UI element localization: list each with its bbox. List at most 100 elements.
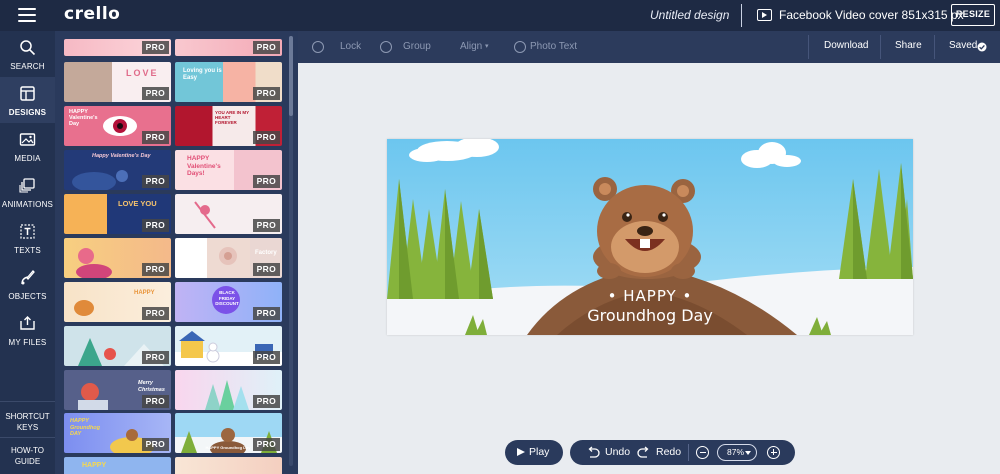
nav-item-my-files[interactable]: MY FILES: [0, 307, 55, 353]
design-canvas[interactable]: • HAPPY • Groundhog Day: [387, 139, 913, 335]
template-thumbnail[interactable]: BLACK FRIDAY DISCOUNT PRO: [175, 282, 282, 322]
play-button[interactable]: Play: [505, 440, 563, 465]
pro-badge: PRO: [141, 41, 169, 54]
template-thumbnail[interactable]: [175, 457, 282, 474]
media-icon: [19, 133, 36, 146]
pro-badge: PRO: [252, 131, 280, 144]
nav-item-media[interactable]: MEDIA: [0, 123, 55, 169]
pro-badge: PRO: [141, 87, 169, 100]
template-thumbnail[interactable]: PRO: [175, 326, 282, 366]
template-thumbnail[interactable]: HAPPY PRO: [64, 282, 171, 322]
template-text: HAPPY: [82, 462, 107, 469]
nav-separator: [0, 401, 55, 402]
nav-separator: [0, 437, 55, 438]
undo-button[interactable]: Undo: [605, 440, 630, 465]
share-button[interactable]: Share: [895, 40, 922, 51]
shortcut-keys-link[interactable]: SHORTCUT KEYS: [0, 411, 55, 433]
template-text: HAPPY Groundhog DAY: [70, 418, 100, 437]
nav-item-designs[interactable]: DESIGNS: [0, 77, 55, 123]
pro-badge: PRO: [141, 175, 169, 188]
pro-badge: PRO: [252, 263, 280, 276]
zoom-level-select[interactable]: 87%: [717, 444, 757, 461]
template-text: Loving you is Easy: [183, 68, 222, 81]
nav-item-objects[interactable]: OBJECTS: [0, 261, 55, 307]
template-thumbnail[interactable]: PRO: [175, 39, 282, 56]
animations-icon: [19, 178, 35, 193]
template-text: HAPPY Valentine's Day: [69, 109, 98, 127]
template-thumbnail[interactable]: PRO: [64, 326, 171, 366]
template-thumbnail[interactable]: HAPPY Valentine's Days! PRO: [175, 150, 282, 190]
template-text: HAPPY Valentine's Days!: [187, 155, 221, 177]
nav-label-animations: ANIMATIONS: [1, 200, 54, 209]
crello-logo[interactable]: crello: [64, 4, 120, 24]
template-thumbnail[interactable]: LOVE PRO: [64, 62, 171, 102]
objects-icon: [21, 270, 35, 285]
photo-text-button[interactable]: Photo Text: [506, 37, 584, 57]
play-label: Play: [529, 446, 550, 458]
template-thumbnail[interactable]: HAPPY Valentine's Day PRO: [64, 106, 171, 146]
pro-badge: PRO: [252, 351, 280, 364]
redo-button[interactable]: Redo: [656, 440, 681, 465]
hamburger-menu-icon[interactable]: [18, 8, 36, 22]
template-thumbnail[interactable]: Happy Valentine's Day PRO: [64, 150, 171, 190]
saved-check-icon: [977, 42, 987, 52]
resize-button[interactable]: RESIZE: [951, 4, 995, 26]
pro-badge: PRO: [252, 438, 280, 451]
template-text: Merry Christmas: [138, 380, 165, 393]
pro-badge: PRO: [141, 351, 169, 364]
template-thumbnail[interactable]: PRO: [64, 238, 171, 278]
nav-item-texts[interactable]: TEXTS: [0, 215, 55, 261]
saved-status: Saved: [949, 40, 978, 51]
template-thumbnail[interactable]: Factory PRO: [175, 238, 282, 278]
nav-item-search[interactable]: SEARCH: [0, 31, 55, 77]
design-headline-line2[interactable]: Groundhog Day: [387, 306, 913, 325]
redo-icon[interactable]: [637, 446, 651, 459]
pro-badge: PRO: [141, 307, 169, 320]
editor-toolbar: Lock Group Align ▾ Photo Text Download S…: [298, 31, 1000, 63]
template-thumbnail[interactable]: Merry Christmas PRO: [64, 370, 171, 410]
template-text: BLACK FRIDAY DISCOUNT: [215, 290, 239, 306]
document-title[interactable]: Untitled design: [650, 8, 729, 22]
zoom-out-icon[interactable]: [696, 446, 709, 459]
pro-badge: PRO: [252, 41, 280, 54]
template-thumbnail[interactable]: PRO: [175, 370, 282, 410]
nav-label-search: SEARCH: [10, 62, 45, 71]
pro-badge: PRO: [141, 438, 169, 451]
template-text: Factory: [255, 250, 277, 256]
texts-icon: [20, 224, 35, 239]
nav-item-animations[interactable]: ANIMATIONS: [0, 169, 55, 215]
design-headline-line1[interactable]: • HAPPY •: [387, 287, 913, 305]
pro-badge: PRO: [252, 175, 280, 188]
template-thumbnail[interactable]: HAPPY Groundhog Day PRO: [175, 413, 282, 453]
download-button[interactable]: Download: [824, 40, 868, 51]
pro-badge: PRO: [141, 263, 169, 276]
chevron-down-icon: ▾: [485, 43, 489, 50]
template-thumbnail[interactable]: PRO: [64, 39, 171, 56]
group-label: Group: [403, 41, 431, 52]
template-thumbnail[interactable]: PRO: [175, 194, 282, 234]
my-files-icon: [20, 316, 35, 330]
template-thumbnail[interactable]: HAPPY: [64, 457, 171, 474]
template-text: YOU ARE IN MY HEART FOREVER: [215, 110, 250, 125]
designs-panel: PRO PRO LOVE PRO Loving you is Easy PRO …: [55, 31, 298, 474]
align-dropdown[interactable]: Align ▾: [444, 37, 500, 57]
how-to-guide-link[interactable]: HOW-TO GUIDE: [0, 445, 55, 467]
top-bar: crello Untitled design Facebook Video co…: [0, 0, 1000, 31]
undo-icon[interactable]: [586, 446, 600, 459]
toolbar-divider: [934, 35, 935, 59]
template-thumbnail[interactable]: YOU ARE IN MY HEART FOREVER PRO: [175, 106, 282, 146]
nav-label-media: MEDIA: [14, 154, 41, 163]
template-text: HAPPY Groundhog Day: [205, 445, 251, 450]
lock-button[interactable]: Lock: [304, 37, 366, 57]
video-format-icon: [757, 9, 772, 21]
panel-scrollbar-thumb[interactable]: [289, 36, 293, 116]
template-thumbnail[interactable]: Loving you is Easy PRO: [175, 62, 282, 102]
template-thumbnail[interactable]: HAPPY Groundhog DAY PRO: [64, 413, 171, 453]
pro-badge: PRO: [141, 219, 169, 232]
group-button[interactable]: Group: [372, 37, 436, 57]
pro-badge: PRO: [252, 87, 280, 100]
photo-text-icon: [514, 41, 526, 53]
zoom-in-icon[interactable]: [767, 446, 780, 459]
pro-badge: PRO: [252, 307, 280, 320]
template-thumbnail[interactable]: LOVE YOU PRO: [64, 194, 171, 234]
